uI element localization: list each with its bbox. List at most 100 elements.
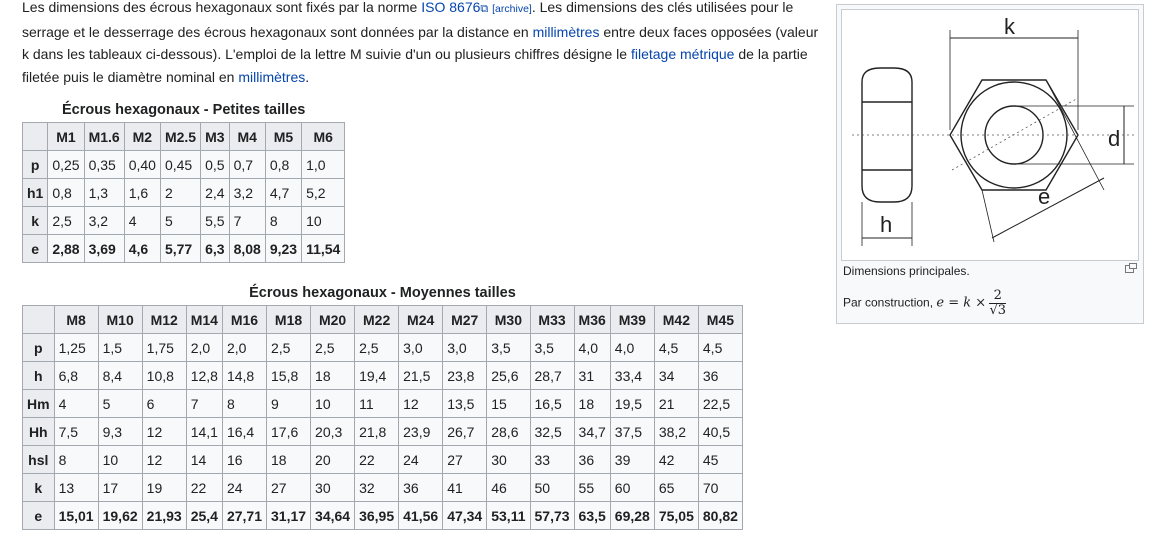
table-cell: 65 (653, 473, 699, 502)
table-cell: 21 (653, 389, 699, 418)
table-row: p 1,25 1,5 1,75 2,0 2,0 2,5 2,5 2,5 3,0 3,0 3,5 3,5 4… (22, 333, 743, 362)
row-header: h (22, 361, 55, 390)
table-cell: 37,5 (609, 417, 655, 446)
table-cell: 3,2 (228, 178, 266, 207)
table-cell: 30 (486, 445, 531, 474)
table-cell: 41 (442, 473, 488, 502)
formula-lhs: e = k × (936, 295, 987, 311)
column-header: M5 (264, 122, 303, 151)
table-cell: 10 (310, 389, 356, 418)
label-e: e (1038, 184, 1050, 209)
medium-sizes-table: Écrous hexagonaux - Moyennes tailles M8 M1… (22, 283, 743, 530)
table-cell: 8,08 (228, 234, 266, 263)
table-cell: 20,3 (310, 417, 356, 446)
table-cell: 30 (310, 473, 356, 502)
diagonal-center-line (951, 97, 1079, 171)
table-cell: 7 (228, 206, 266, 235)
column-header: M22 (354, 305, 400, 334)
table-row: k 13 17 19 22 24 27 30 32 36 41 46 50 55 60 65 70 (22, 473, 743, 502)
label-k: k (1004, 14, 1016, 39)
table-cell: 80,82 (697, 501, 743, 530)
table-cell: 34 (653, 361, 699, 390)
table-cell: 2,0 (185, 333, 223, 362)
table-row: h1 0,8 1,3 1,6 2 2,4 3,2 4,7 5,2 (21, 178, 346, 207)
row-header: e (21, 234, 49, 263)
table-cell: 25,4 (185, 501, 223, 530)
table-cell: 3,0 (398, 333, 444, 362)
column-header: M12 (141, 305, 187, 334)
table-cell: 5,5 (200, 206, 230, 235)
table-cell: 10,8 (141, 361, 187, 390)
millimetres-link[interactable]: millimètres (533, 24, 600, 40)
archive-link[interactable]: [archive] (492, 3, 532, 15)
formula-prefix: Par construction, (843, 295, 937, 310)
figure-thumbnail: k d e h Dimensions principales. Par cons… (836, 4, 1144, 324)
table-cell: 28,6 (486, 417, 531, 446)
table-cell: 3,2 (83, 206, 125, 235)
table-cell: 17 (97, 473, 143, 502)
table-cell: 13 (53, 473, 99, 502)
table-cell: 4,7 (264, 178, 303, 207)
external-link-icon: ⧉ (480, 3, 489, 15)
table-cell: 28,7 (529, 361, 575, 390)
table-cell: 18 (573, 389, 611, 418)
table-cell: 16,4 (221, 417, 268, 446)
column-header: M33 (529, 305, 575, 334)
column-header: M30 (486, 305, 531, 334)
column-header: M2.5 (159, 122, 202, 151)
table-cell: 8,4 (97, 361, 143, 390)
table-cell: 3,5 (529, 333, 575, 362)
table-cell: 42 (653, 445, 699, 474)
column-header: M10 (97, 305, 143, 334)
table-cell: 5,77 (159, 234, 202, 263)
hex-nut-diagram[interactable]: k d e h (841, 9, 1139, 261)
table-row: p 0,25 0,35 0,40 0,45 0,5 0,7 0,8 1,0 (21, 150, 346, 179)
table-cell: 14,8 (221, 361, 268, 390)
filetage-metrique-link[interactable]: filetage métrique (631, 46, 735, 62)
table-cell: 8 (53, 445, 99, 474)
table-cell: 47,34 (442, 501, 488, 530)
table-cell: 11,54 (301, 234, 346, 263)
table-cell: 2,5 (310, 333, 356, 362)
table-cell: 34,64 (310, 501, 356, 530)
table-cell: 3,5 (486, 333, 531, 362)
table-cell: 6,8 (53, 361, 99, 390)
column-header: M4 (228, 122, 266, 151)
column-header: M18 (265, 305, 312, 334)
table-cell: 4 (53, 389, 99, 418)
row-header: k (21, 206, 49, 235)
table-cell: 15,01 (53, 501, 99, 530)
millimetres-link-2[interactable]: millimètres (238, 69, 305, 85)
table-cell: 9,3 (97, 417, 143, 446)
table-cell: 1,0 (301, 150, 346, 179)
table-row: h 6,8 8,4 10,8 12,8 14,8 15,8 18 19,4 21,5 23,8 25,… (22, 361, 743, 390)
column-header: M1.6 (83, 122, 125, 151)
iso-8676-link[interactable]: ISO 8676 (421, 0, 480, 15)
e-extension-line (1045, 79, 1105, 191)
table-cell: 22 (185, 473, 223, 502)
row-header: Hm (22, 389, 55, 418)
table-cell: 19 (141, 473, 187, 502)
row-header: p (22, 333, 55, 362)
small-sizes-table: Écrous hexagonaux - Petites tailles M1 M1.… (21, 100, 346, 263)
table-cell: 4 (123, 206, 161, 235)
table-cell: 18 (310, 361, 356, 390)
table-cell: 40,5 (697, 417, 743, 446)
table-cell: 57,73 (529, 501, 575, 530)
table-caption: Écrous hexagonaux - Petites tailles (61, 102, 306, 118)
paragraph-text: . (305, 68, 310, 85)
row-header: p (21, 150, 49, 179)
table-cell: 6 (141, 389, 187, 418)
table-row: e 2,88 3,69 4,6 5,77 6,3 8,08 9,23 11,54 (21, 234, 346, 263)
magnify-icon[interactable] (1125, 263, 1137, 273)
table-cell: 17,6 (265, 417, 312, 446)
table-cell: 33,4 (609, 361, 655, 390)
column-header: M1 (47, 122, 85, 151)
table-cell: 9,23 (264, 234, 303, 263)
table-cell: 26,7 (442, 417, 488, 446)
table-cell: 1,6 (123, 178, 161, 207)
column-header (22, 305, 55, 334)
table-cell: 7,5 (53, 417, 99, 446)
table-cell: 1,5 (97, 333, 143, 362)
table-cell: 24 (398, 445, 444, 474)
